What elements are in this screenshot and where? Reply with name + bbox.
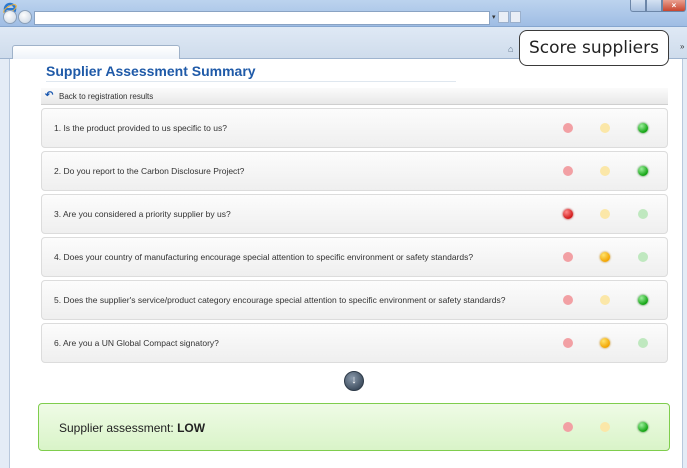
back-to-results-link[interactable]: Back to registration results [59, 92, 153, 101]
question-row: 2. Do you report to the Carbon Disclosur… [41, 151, 668, 191]
red-light-icon [563, 422, 573, 432]
yellow-light-icon [600, 295, 610, 305]
yellow-light-icon [600, 209, 610, 219]
maximize-button[interactable] [646, 0, 662, 12]
question-text: 2. Do you report to the Carbon Disclosur… [54, 166, 245, 176]
window-titlebar: × ▾ [0, 0, 687, 27]
supplier-assessment-summary: Supplier assessment: LOW [38, 403, 670, 451]
back-arrow-icon: ↶ [45, 90, 54, 101]
yellow-light-icon [600, 123, 610, 133]
forward-navigation-button[interactable] [18, 10, 32, 24]
arrow-down-icon: ↓ [351, 374, 357, 386]
question-text: 5. Does the supplier's service/product c… [54, 295, 506, 305]
scroll-down-arrow-button[interactable]: ↓ [344, 371, 364, 391]
refresh-button[interactable] [510, 11, 521, 23]
back-navigation-button[interactable] [3, 10, 17, 24]
green-light-icon [638, 123, 648, 133]
red-light-icon [563, 295, 573, 305]
browser-tab[interactable] [12, 45, 180, 59]
close-icon: × [671, 1, 677, 10]
question-text: 3. Are you considered a priority supplie… [54, 209, 231, 219]
summary-text: Supplier assessment: LOW [59, 421, 205, 435]
close-window-button[interactable]: × [662, 0, 686, 12]
green-light-icon [638, 295, 648, 305]
red-light-icon [563, 166, 573, 176]
yellow-light-icon [600, 252, 610, 262]
question-row: 4. Does your country of manufacturing en… [41, 237, 668, 277]
window-frame-left [0, 59, 10, 468]
command-bar-chevron-icon[interactable]: » [680, 42, 684, 51]
green-light-icon [638, 209, 648, 219]
question-row: 6. Are you a UN Global Compact signatory… [41, 323, 668, 363]
green-light-icon [638, 338, 648, 348]
red-light-icon [563, 252, 573, 262]
address-dropdown-icon[interactable]: ▾ [492, 13, 496, 21]
red-light-icon [563, 209, 573, 219]
green-light-icon [638, 166, 648, 176]
question-row: 1. Is the product provided to us specifi… [41, 108, 668, 148]
question-text: 6. Are you a UN Global Compact signatory… [54, 338, 219, 348]
yellow-light-icon [600, 166, 610, 176]
green-light-icon [638, 252, 648, 262]
yellow-light-icon [600, 338, 610, 348]
question-row: 3. Are you considered a priority supplie… [41, 194, 668, 234]
page-title: Supplier Assessment Summary [46, 63, 256, 79]
yellow-light-icon [600, 422, 610, 432]
red-light-icon [563, 338, 573, 348]
window-frame-right [682, 59, 687, 468]
green-light-icon [638, 422, 648, 432]
address-bar[interactable] [34, 11, 490, 25]
back-to-results-bar[interactable]: ↶ Back to registration results [41, 88, 668, 105]
question-row: 5. Does the supplier's service/product c… [41, 280, 668, 320]
summary-value: LOW [177, 421, 206, 435]
summary-label: Supplier assessment: [59, 421, 174, 435]
red-light-icon [563, 123, 573, 133]
home-icon[interactable]: ⌂ [508, 44, 513, 54]
minimize-button[interactable] [630, 0, 646, 12]
compatibility-view-button[interactable] [498, 11, 509, 23]
question-text: 1. Is the product provided to us specifi… [54, 123, 227, 133]
score-suppliers-callout: Score suppliers [519, 30, 669, 66]
question-text: 4. Does your country of manufacturing en… [54, 252, 474, 262]
title-divider [46, 81, 456, 82]
